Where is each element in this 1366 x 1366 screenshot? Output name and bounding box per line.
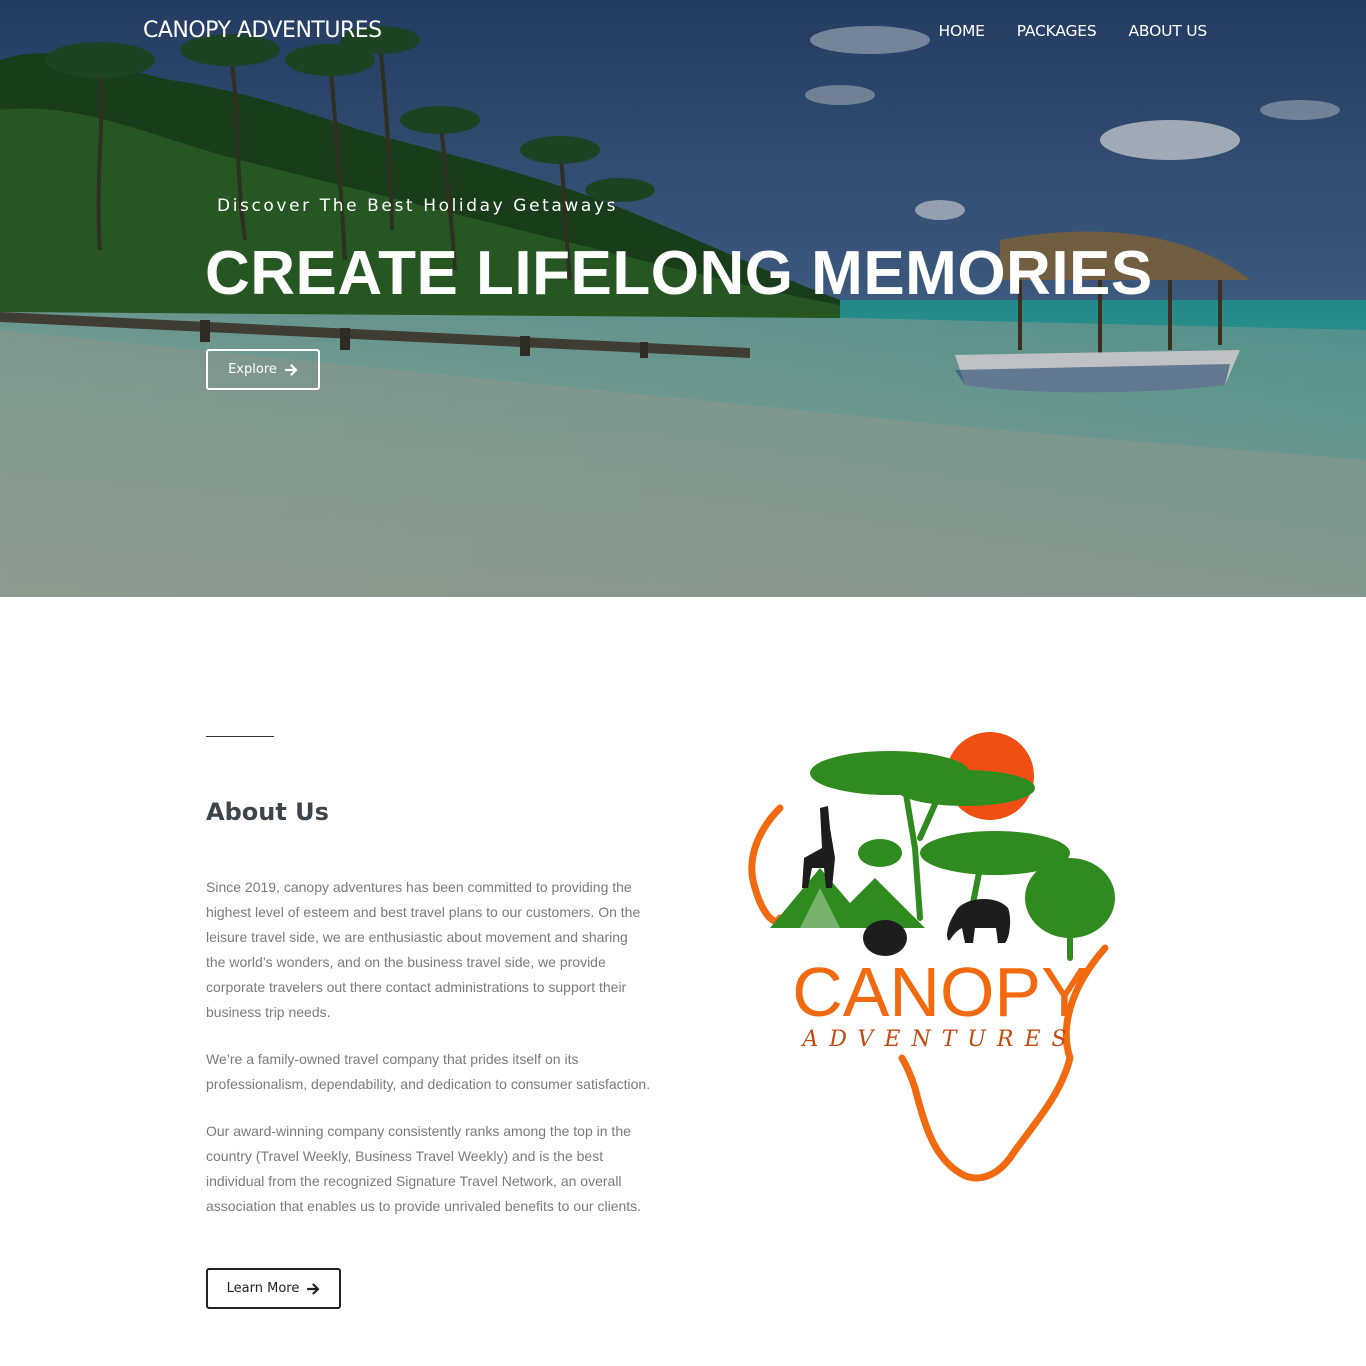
nav-link-packages[interactable]: PACKAGES: [1017, 22, 1097, 40]
hero-section: CANOPY ADVENTURES HOME PACKAGES ABOUT US…: [0, 0, 1366, 597]
about-paragraph-2: We’re a family-owned travel company that…: [206, 1051, 651, 1092]
explore-button[interactable]: Explore: [206, 349, 320, 390]
brand-logo-text[interactable]: CANOPY ADVENTURES: [143, 18, 382, 43]
canopy-logo-image: CANOPY ADVENTURES: [748, 732, 1115, 1182]
top-navbar: CANOPY ADVENTURES HOME PACKAGES ABOUT US: [0, 0, 1366, 64]
nav-link-home[interactable]: HOME: [938, 22, 984, 40]
logo-tagline: ADVENTURES: [800, 1027, 1077, 1052]
main-menu: HOME PACKAGES ABOUT US: [938, 22, 1207, 40]
explore-button-label: Explore: [228, 362, 277, 377]
about-heading: About Us: [206, 798, 329, 826]
learn-more-button-label: Learn More: [226, 1281, 300, 1296]
hero-subtitle: Discover The Best Holiday Getaways: [217, 196, 619, 216]
arrow-right-icon: [307, 1282, 320, 1295]
about-paragraph-1: Since 2019, canopy adventures has been c…: [206, 879, 641, 1020]
learn-more-button[interactable]: Learn More: [206, 1268, 341, 1309]
about-paragraph-3: Our award-winning company consistently r…: [206, 1123, 642, 1214]
logo-wordmark: CANOPY: [792, 953, 1088, 1031]
arrow-right-icon: [284, 363, 297, 376]
section-divider: [206, 736, 274, 737]
hero-title: CREATE LIFELONG MEMORIES: [205, 239, 1153, 308]
canopy-adventures-logo: CANOPY ADVENTURES: [740, 728, 1140, 1188]
nav-link-about-us[interactable]: ABOUT US: [1129, 22, 1208, 40]
